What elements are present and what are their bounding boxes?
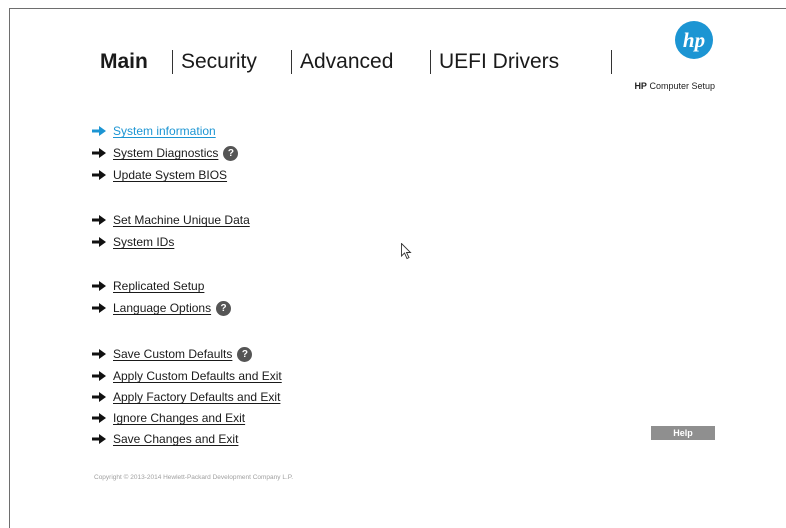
menu-item-system-information[interactable]: System information (92, 122, 216, 140)
arrow-right-icon (92, 237, 106, 247)
menu-item-label[interactable]: System information (113, 124, 216, 138)
copyright-text: Copyright © 2013-2014 Hewlett-Packard De… (94, 474, 294, 481)
help-question-icon[interactable]: ? (216, 300, 232, 316)
help-question-icon[interactable]: ? (223, 145, 239, 161)
tab-divider (611, 50, 612, 74)
tab-uefi-drivers[interactable]: UEFI Drivers (431, 50, 611, 74)
arrow-right-icon (92, 281, 106, 291)
arrow-right-icon (92, 349, 106, 359)
arrow-right-icon (92, 392, 106, 402)
menu-item-replicated-setup[interactable]: Replicated Setup (92, 277, 204, 295)
hp-logo: hp (675, 21, 713, 59)
menu-item-set-machine-unique-data[interactable]: Set Machine Unique Data (92, 211, 250, 229)
menu-item-apply-factory-defaults-exit[interactable]: Apply Factory Defaults and Exit (92, 388, 280, 406)
menu-item-update-system-bios[interactable]: Update System BIOS (92, 166, 227, 184)
mouse-pointer-icon (401, 243, 412, 260)
arrow-right-icon (92, 371, 106, 381)
menu-item-label[interactable]: Apply Factory Defaults and Exit (113, 390, 280, 404)
tab-main[interactable]: Main (92, 50, 172, 74)
menu-item-label[interactable]: Ignore Changes and Exit (113, 411, 245, 425)
menu-item-ignore-changes-exit[interactable]: Ignore Changes and Exit (92, 409, 245, 427)
menu-item-save-changes-exit[interactable]: Save Changes and Exit (92, 430, 238, 448)
menu-item-system-diagnostics[interactable]: System Diagnostics ? (92, 144, 239, 162)
tab-advanced[interactable]: Advanced (292, 50, 430, 74)
arrow-right-icon (92, 170, 106, 180)
arrow-right-icon (92, 126, 106, 136)
menu-item-label[interactable]: Update System BIOS (113, 168, 227, 182)
tab-security[interactable]: Security (173, 50, 291, 74)
menu-item-apply-custom-defaults-exit[interactable]: Apply Custom Defaults and Exit (92, 367, 282, 385)
arrow-right-icon (92, 215, 106, 225)
menu-item-label[interactable]: System IDs (113, 235, 174, 249)
menu-item-system-ids[interactable]: System IDs (92, 233, 174, 251)
arrow-right-icon (92, 413, 106, 423)
tab-bar: Main Security Advanced UEFI Drivers (92, 50, 612, 74)
menu-item-label[interactable]: Replicated Setup (113, 279, 204, 293)
menu-item-language-options[interactable]: Language Options ? (92, 299, 232, 317)
hp-logo-text: hp (683, 28, 705, 52)
menu-item-label[interactable]: Save Custom Defaults (113, 347, 232, 361)
menu-item-save-custom-defaults[interactable]: Save Custom Defaults ? (92, 345, 253, 363)
arrow-right-icon (92, 434, 106, 444)
menu-item-label[interactable]: Save Changes and Exit (113, 432, 238, 446)
help-question-icon[interactable]: ? (237, 346, 253, 362)
arrow-right-icon (92, 303, 106, 313)
menu-item-label[interactable]: System Diagnostics (113, 146, 218, 160)
menu-item-label[interactable]: Apply Custom Defaults and Exit (113, 369, 282, 383)
app-subtitle: HP Computer Setup (634, 81, 715, 91)
menu-item-label[interactable]: Language Options (113, 301, 211, 315)
menu-item-label[interactable]: Set Machine Unique Data (113, 213, 250, 227)
help-button[interactable]: Help (651, 426, 715, 440)
arrow-right-icon (92, 148, 106, 158)
